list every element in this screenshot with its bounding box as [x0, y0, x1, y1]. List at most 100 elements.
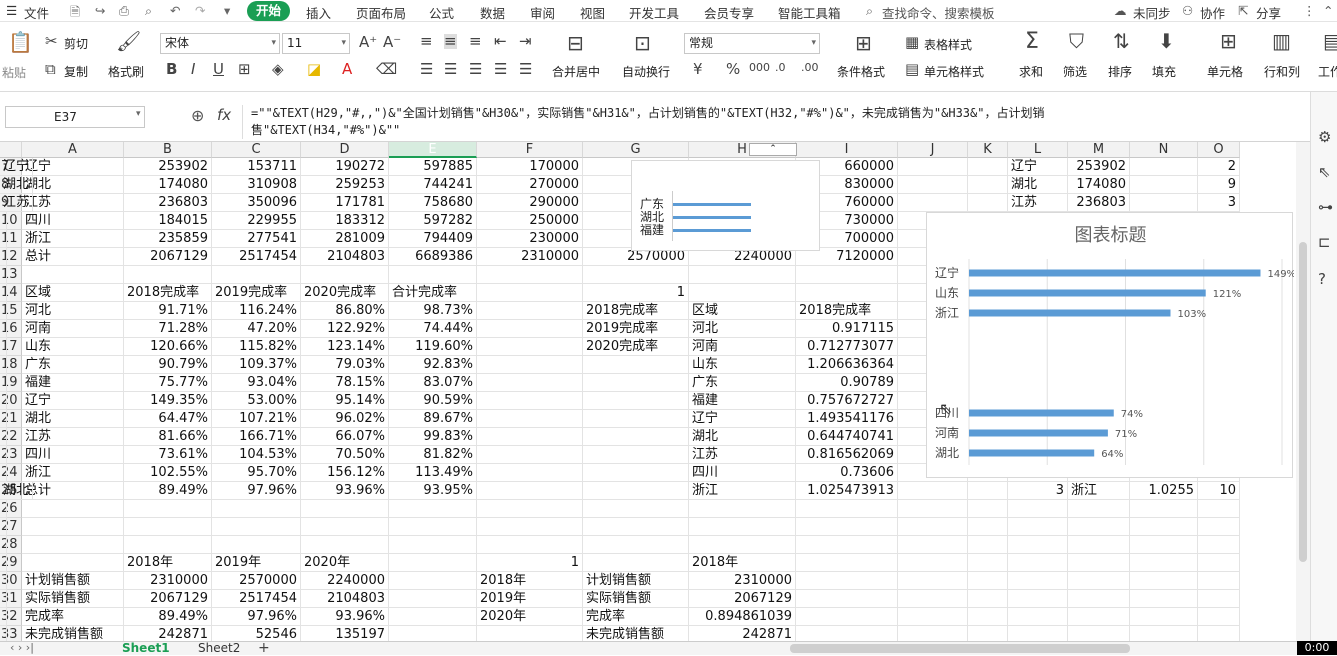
cell-l9[interactable]: 江苏 — [1008, 194, 1068, 212]
chart-bar[interactable] — [969, 409, 1114, 417]
cell-p18[interactable] — [0, 356, 7, 374]
cell-p22[interactable] — [0, 428, 7, 446]
more-icon[interactable]: ▾ — [224, 3, 230, 18]
cell-h31[interactable]: 2067129 — [689, 590, 796, 608]
cell-d28[interactable] — [301, 536, 389, 554]
cell-j8[interactable] — [898, 176, 968, 194]
cell-g24[interactable] — [583, 464, 689, 482]
cell-o30[interactable] — [1198, 572, 1240, 590]
column-header-i[interactable]: I — [796, 142, 898, 158]
cell-e18[interactable]: 92.83% — [389, 356, 477, 374]
cell-f19[interactable] — [477, 374, 583, 392]
cell-d33[interactable]: 135197 — [301, 626, 389, 641]
cell-k28[interactable] — [968, 536, 1008, 554]
cell-n26[interactable] — [1130, 500, 1198, 518]
cell-j27[interactable] — [898, 518, 968, 536]
sort-icon[interactable]: ⇅ — [1113, 31, 1130, 51]
cell-a9[interactable]: 江苏 — [22, 194, 124, 212]
zoom-icon[interactable]: ⊕ — [191, 108, 204, 124]
cell-g30[interactable]: 计划销售额 — [583, 572, 689, 590]
cell-h14[interactable] — [689, 284, 796, 302]
cell-g33[interactable]: 未完成销售额 — [583, 626, 689, 641]
cell-j32[interactable] — [898, 608, 968, 626]
sheet-nav-icon[interactable]: ‹ › ›| — [10, 641, 34, 654]
cell-o8[interactable]: 9 — [1198, 176, 1240, 194]
cell-e13[interactable] — [389, 266, 477, 284]
dec-decimal-icon[interactable]: .00 — [801, 62, 819, 73]
cell-a14[interactable]: 区域 — [22, 284, 124, 302]
cell-d9[interactable]: 171781 — [301, 194, 389, 212]
menu-icon[interactable]: ☰ — [6, 3, 17, 18]
panel-sliders-icon[interactable]: ⊶ — [1318, 200, 1333, 215]
cell-i30[interactable] — [796, 572, 898, 590]
tab-developer[interactable]: 开发工具 — [629, 3, 679, 22]
number-format-select[interactable]: 常规 — [684, 33, 820, 54]
cell-k31[interactable] — [968, 590, 1008, 608]
cell-b15[interactable]: 91.71% — [124, 302, 212, 320]
cell-m30[interactable] — [1068, 572, 1130, 590]
filter-icon[interactable]: ⛉ — [1069, 31, 1084, 51]
cell-e14[interactable]: 合计完成率 — [389, 284, 477, 302]
cell-p9[interactable]: 江苏 — [0, 194, 34, 212]
font-size-select[interactable]: 11 — [282, 33, 350, 54]
cell-b11[interactable]: 235859 — [124, 230, 212, 248]
cell-d10[interactable]: 183312 — [301, 212, 389, 230]
filter-button[interactable]: 筛选 — [1063, 63, 1087, 80]
cell-i27[interactable] — [796, 518, 898, 536]
cell-a16[interactable]: 河南 — [22, 320, 124, 338]
cell-e16[interactable]: 74.44% — [389, 320, 477, 338]
cell-n31[interactable] — [1130, 590, 1198, 608]
cell-j31[interactable] — [898, 590, 968, 608]
cell-f24[interactable] — [477, 464, 583, 482]
cell-c9[interactable]: 350096 — [212, 194, 301, 212]
cell-g26[interactable] — [583, 500, 689, 518]
cell-p32[interactable] — [0, 608, 7, 626]
cell-j28[interactable] — [898, 536, 968, 554]
cell-h22[interactable]: 湖北 — [689, 428, 796, 446]
cell-b12[interactable]: 2067129 — [124, 248, 212, 266]
cell-f10[interactable]: 250000 — [477, 212, 583, 230]
cell-c16[interactable]: 47.20% — [212, 320, 301, 338]
cell-e29[interactable] — [389, 554, 477, 572]
cell-f27[interactable] — [477, 518, 583, 536]
cell-a10[interactable]: 四川 — [22, 212, 124, 230]
cell-c10[interactable]: 229955 — [212, 212, 301, 230]
cell-e27[interactable] — [389, 518, 477, 536]
cell-e7[interactable]: 597885 — [389, 158, 477, 176]
worksheet-button[interactable]: 工作 — [1318, 63, 1337, 80]
cell-f7[interactable]: 170000 — [477, 158, 583, 176]
worksheet-icon[interactable]: ▤ — [1323, 31, 1337, 51]
cell-a27[interactable] — [22, 518, 124, 536]
cell-g32[interactable]: 完成率 — [583, 608, 689, 626]
cell-g18[interactable] — [583, 356, 689, 374]
cell-d18[interactable]: 79.03% — [301, 356, 389, 374]
cell-a31[interactable]: 实际销售额 — [22, 590, 124, 608]
undo-icon[interactable]: ↶ — [170, 3, 180, 18]
cell-a33[interactable]: 未完成销售额 — [22, 626, 124, 641]
inc-decimal-icon[interactable]: .0 — [775, 62, 786, 73]
cell-d15[interactable]: 86.80% — [301, 302, 389, 320]
cell-m28[interactable] — [1068, 536, 1130, 554]
tab-insert[interactable]: 插入 — [306, 3, 331, 22]
collapse-icon[interactable]: ⌃ — [1323, 3, 1333, 18]
cell-d7[interactable]: 190272 — [301, 158, 389, 176]
increase-font-icon[interactable]: A⁺ — [359, 35, 377, 50]
cell-g19[interactable] — [583, 374, 689, 392]
cell-j29[interactable] — [898, 554, 968, 572]
cell-b9[interactable]: 236803 — [124, 194, 212, 212]
fill-button[interactable]: 填充 — [1152, 63, 1176, 80]
cell-c33[interactable]: 52546 — [212, 626, 301, 641]
unsynced-button[interactable]: 未同步 — [1133, 3, 1171, 22]
tab-member[interactable]: 会员专享 — [704, 3, 754, 22]
chart-bar[interactable] — [969, 269, 1261, 277]
font-color-icon[interactable]: A — [342, 62, 352, 77]
cell-c19[interactable]: 93.04% — [212, 374, 301, 392]
cell-f12[interactable]: 2310000 — [477, 248, 583, 266]
align-left-icon[interactable]: ☰ — [420, 62, 433, 77]
cell-h24[interactable]: 四川 — [689, 464, 796, 482]
cell-k29[interactable] — [968, 554, 1008, 572]
cell-c26[interactable] — [212, 500, 301, 518]
italic-icon[interactable]: I — [191, 62, 195, 77]
cell-e10[interactable]: 597282 — [389, 212, 477, 230]
cell-a11[interactable]: 浙江 — [22, 230, 124, 248]
